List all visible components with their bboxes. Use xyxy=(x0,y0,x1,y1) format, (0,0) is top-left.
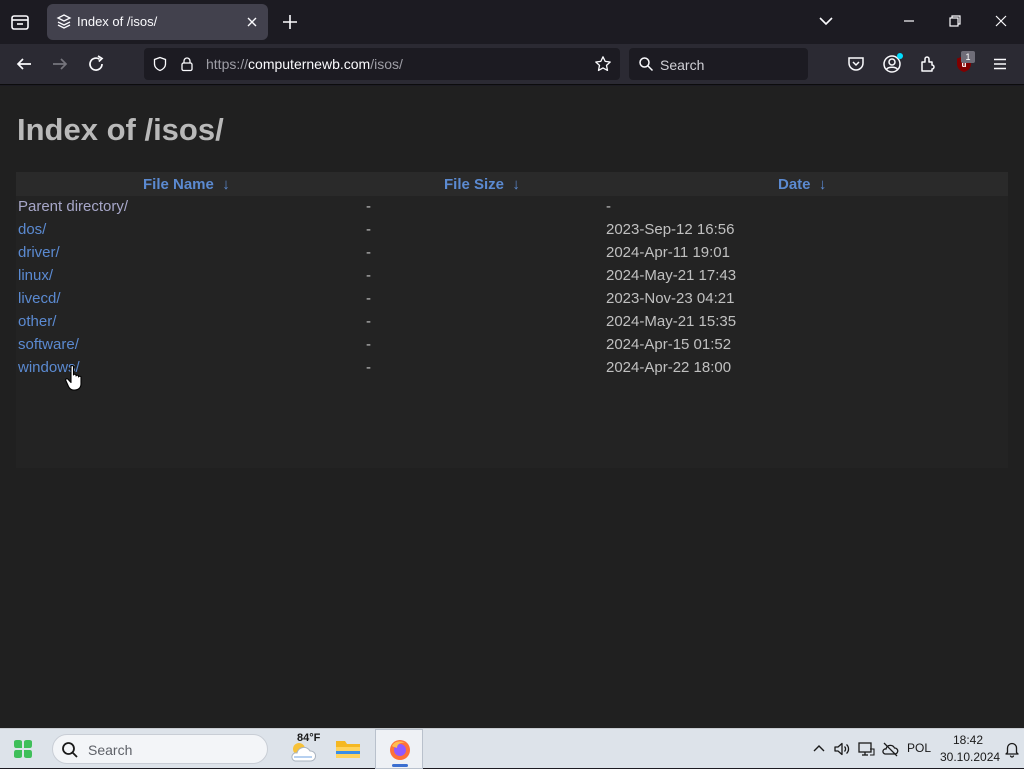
search-placeholder: Search xyxy=(660,57,705,73)
table-row: dos/ - 2023-Sep-12 16:56 xyxy=(16,219,1008,242)
file-date: 2023-Nov-23 04:21 xyxy=(606,290,735,307)
tab-active[interactable]: Index of /isos/ xyxy=(47,4,268,40)
pocket-icon[interactable] xyxy=(846,54,866,74)
file-date: 2024-May-21 15:35 xyxy=(606,313,737,330)
browser-window: Index of /isos/ https://computernewb.com… xyxy=(0,0,1024,728)
file-size: - xyxy=(366,359,371,376)
shield-icon[interactable] xyxy=(152,56,168,72)
file-date: 2024-Apr-22 18:00 xyxy=(606,359,732,376)
column-label: Date xyxy=(778,176,811,193)
taskbar-search[interactable]: Search xyxy=(52,734,268,764)
page-title: Index of /isos/ xyxy=(17,112,224,147)
tab-list-icon[interactable] xyxy=(8,10,32,34)
chevron-down-icon[interactable] xyxy=(817,12,835,30)
listing-header: File Name ↓ File Size ↓ Date ↓ xyxy=(16,172,1008,196)
extensions-icon[interactable] xyxy=(918,54,938,74)
column-label: File Name xyxy=(143,176,214,193)
file-date: 2024-Apr-15 01:52 xyxy=(606,336,732,353)
reload-icon[interactable] xyxy=(86,54,106,74)
table-row: other/ - 2024-May-21 15:35 xyxy=(16,311,1008,334)
file-date: 2023-Sep-12 16:56 xyxy=(606,221,735,238)
file-date: - xyxy=(606,198,611,215)
sort-arrow-icon: ↓ xyxy=(512,176,520,193)
search-icon xyxy=(62,742,78,758)
clock-time: 18:42 xyxy=(952,733,984,747)
file-link[interactable]: Parent directory/ xyxy=(18,198,128,215)
windows-start-icon[interactable] xyxy=(11,737,35,761)
file-link[interactable]: driver/ xyxy=(18,244,60,261)
file-size: - xyxy=(366,290,371,307)
clock-date: 30.10.2024 xyxy=(940,750,1001,764)
plus-icon[interactable] xyxy=(280,12,300,32)
column-header-file-size[interactable]: File Size ↓ xyxy=(444,176,520,193)
chevron-up-icon[interactable] xyxy=(810,740,828,758)
column-header-date[interactable]: Date ↓ xyxy=(778,176,826,193)
window-close-icon[interactable] xyxy=(992,12,1010,30)
bell-icon[interactable] xyxy=(1003,740,1021,758)
file-link[interactable]: dos/ xyxy=(18,221,46,238)
column-label: File Size xyxy=(444,176,505,193)
taskbar-firefox[interactable] xyxy=(375,729,423,769)
star-icon[interactable] xyxy=(594,55,612,73)
url-text[interactable]: https://computernewb.com/isos/ xyxy=(206,56,403,72)
hand-cursor-icon xyxy=(65,364,82,391)
file-size: - xyxy=(366,221,371,238)
back-arrow-icon[interactable] xyxy=(14,54,34,74)
search-bar[interactable]: Search xyxy=(629,48,808,80)
weather-temperature: 84°F xyxy=(297,732,321,744)
language-indicator[interactable]: POL xyxy=(907,741,931,755)
navigation-toolbar: https://computernewb.com/isos/ Search u … xyxy=(0,44,1024,85)
url-bar[interactable]: https://computernewb.com/isos/ xyxy=(144,48,620,80)
file-link[interactable]: software/ xyxy=(18,336,79,353)
clock[interactable]: 18:42 30.10.2024 xyxy=(940,732,1001,766)
table-row: software/ - 2024-Apr-15 01:52 xyxy=(16,334,1008,357)
globe-favicon-icon xyxy=(56,14,72,29)
sort-arrow-icon: ↓ xyxy=(818,176,827,193)
speaker-icon[interactable] xyxy=(833,740,851,758)
table-row: windows/ - 2024-Apr-22 18:00 xyxy=(16,357,1008,380)
menu-icon[interactable] xyxy=(990,54,1010,74)
lock-icon[interactable] xyxy=(179,56,195,72)
folder-icon[interactable] xyxy=(334,737,362,761)
file-date: 2024-May-21 17:43 xyxy=(606,267,737,284)
active-app-indicator xyxy=(392,764,408,767)
page-content: Index of /isos/ File Name ↓ File Size ↓ … xyxy=(0,86,1024,728)
directory-listing: File Name ↓ File Size ↓ Date ↓ Parent di… xyxy=(16,172,1008,468)
file-size: - xyxy=(366,313,371,330)
file-link[interactable]: other/ xyxy=(18,313,56,330)
table-row: linux/ - 2024-May-21 17:43 xyxy=(16,265,1008,288)
search-icon xyxy=(639,57,654,72)
cloud-icon[interactable] xyxy=(881,740,899,758)
file-size: - xyxy=(366,198,371,215)
tab-strip: Index of /isos/ xyxy=(0,0,1024,44)
file-size: - xyxy=(366,336,371,353)
file-link[interactable]: livecd/ xyxy=(18,290,61,307)
network-icon[interactable] xyxy=(857,740,875,758)
restore-icon[interactable] xyxy=(946,12,964,30)
column-header-file-name[interactable]: File Name ↓ xyxy=(143,176,230,193)
extension-badge: 1 xyxy=(961,51,975,63)
firefox-icon xyxy=(390,740,410,760)
taskbar: Search 84°F POL 18:42 30.10.2024 xyxy=(0,728,1024,769)
table-row: livecd/ - 2023-Nov-23 04:21 xyxy=(16,288,1008,311)
url-host: computernewb.com xyxy=(248,56,371,72)
file-size: - xyxy=(366,267,371,284)
tab-title: Index of /isos/ xyxy=(77,14,158,29)
forward-arrow-icon[interactable] xyxy=(50,54,70,74)
taskbar-search-placeholder: Search xyxy=(88,742,133,758)
table-row: driver/ - 2024-Apr-11 19:01 xyxy=(16,242,1008,265)
url-path: /isos/ xyxy=(370,56,403,72)
file-date: 2024-Apr-11 19:01 xyxy=(606,244,730,261)
minimize-icon[interactable] xyxy=(900,12,918,30)
file-link[interactable]: linux/ xyxy=(18,267,53,284)
file-size: - xyxy=(366,244,371,261)
table-row: Parent directory/ - - xyxy=(16,196,1008,219)
sort-arrow-icon: ↓ xyxy=(222,176,230,193)
account-notification-dot xyxy=(897,53,903,59)
url-scheme: https:// xyxy=(206,56,249,72)
close-icon[interactable] xyxy=(244,14,260,30)
